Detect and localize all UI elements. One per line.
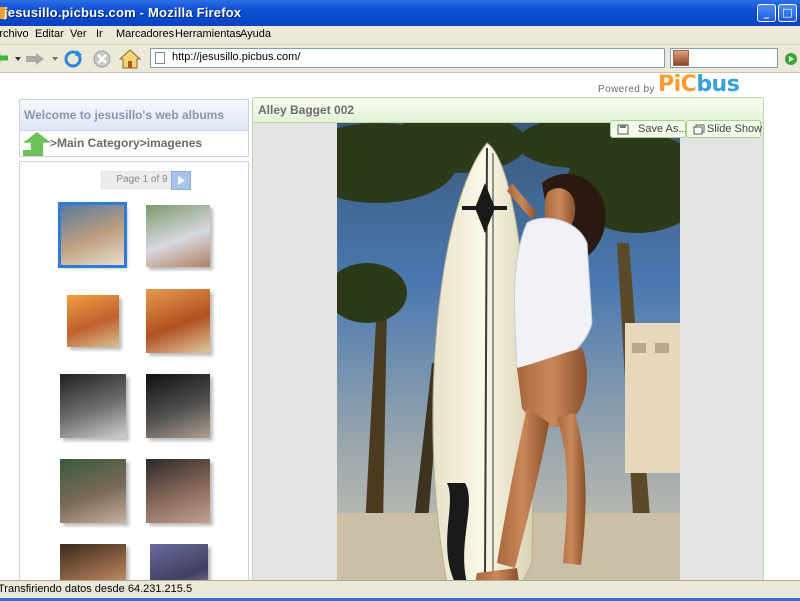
search-input[interactable]: [670, 48, 778, 68]
viewer-header: Alley Bagget 002: [252, 97, 764, 123]
title-bar: jesusillo.picbus.com - Mozilla Firefox _…: [0, 0, 800, 26]
slide-show-label: Slide Show: [707, 123, 763, 135]
thumbnail[interactable]: [60, 544, 126, 580]
forward-dropdown-icon[interactable]: [52, 57, 58, 61]
thumbnail[interactable]: [58, 202, 127, 268]
breadcrumb: >Main Category>imagenes: [19, 130, 249, 157]
slide-show-button[interactable]: Slide Show: [686, 120, 763, 138]
menu-archivo[interactable]: Archivo: [0, 28, 29, 40]
welcome-text: Welcome to jesusillo's web albums: [24, 108, 225, 122]
status-text: Transfiriendo datos desde 64.231.215.5: [0, 583, 193, 595]
home-icon[interactable]: [118, 48, 142, 70]
status-bar: Transfiriendo datos desde 64.231.215.5: [0, 580, 800, 601]
save-as-label: Save As...: [638, 123, 688, 135]
next-page-button[interactable]: [171, 171, 191, 190]
logo-bus-text: bus: [696, 73, 740, 97]
logo-pic-text: PiC: [658, 73, 697, 97]
up-arrow-icon[interactable]: [23, 132, 51, 156]
back-dropdown-icon[interactable]: [15, 57, 21, 61]
welcome-header: Welcome to jesusillo's web albums: [19, 99, 249, 130]
save-as-button[interactable]: Save As...: [610, 120, 688, 138]
forward-icon[interactable]: [26, 48, 46, 70]
go-icon[interactable]: [785, 53, 797, 65]
thumbnail[interactable]: [60, 374, 126, 438]
picbus-logo[interactable]: PiCbus: [658, 73, 740, 97]
thumbnail[interactable]: [60, 459, 126, 523]
slideshow-icon: [693, 124, 705, 135]
address-bar[interactable]: http://jesusillo.picbus.com/: [150, 48, 665, 68]
breadcrumb-text[interactable]: >Main Category>imagenes: [50, 136, 202, 150]
thumbnail-panel: Page 1 of 9: [19, 161, 249, 580]
thumbnail[interactable]: [67, 295, 119, 347]
window-title: jesusillo.picbus.com - Mozilla Firefox: [4, 5, 242, 20]
menu-ayuda[interactable]: Ayuda: [240, 28, 271, 40]
back-icon[interactable]: [0, 48, 14, 70]
powered-by-text: Powered by: [598, 84, 655, 95]
menu-bar: Archivo Editar Ver Ir Marcadores Herrami…: [0, 26, 800, 45]
navigation-toolbar: http://jesusillo.picbus.com/: [0, 45, 800, 73]
thumbnail[interactable]: [146, 374, 210, 438]
menu-editar[interactable]: Editar: [35, 28, 64, 40]
menu-ir[interactable]: Ir: [96, 28, 103, 40]
main-photo[interactable]: [297, 113, 707, 580]
stop-icon[interactable]: [92, 48, 112, 70]
maximize-button[interactable]: □: [778, 4, 797, 22]
thumbnail[interactable]: [146, 289, 210, 353]
thumbnail[interactable]: [146, 459, 210, 523]
page-icon: [155, 52, 165, 64]
search-engine-icon[interactable]: [673, 50, 689, 66]
page-content: Powered by PiCbus Welcome to jesusillo's…: [0, 73, 800, 580]
menu-ver[interactable]: Ver: [70, 28, 87, 40]
thumbnail[interactable]: [150, 544, 208, 580]
menu-marcadores[interactable]: Marcadores: [116, 28, 174, 40]
menu-herramientas[interactable]: Herramientas: [175, 28, 241, 40]
photo-title: Alley Bagget 002: [258, 103, 355, 117]
thumbnail[interactable]: [146, 205, 210, 267]
minimize-button[interactable]: _: [757, 4, 776, 22]
save-icon: [617, 124, 629, 135]
reload-icon[interactable]: [62, 48, 84, 70]
url-text[interactable]: http://jesusillo.picbus.com/: [172, 51, 300, 63]
